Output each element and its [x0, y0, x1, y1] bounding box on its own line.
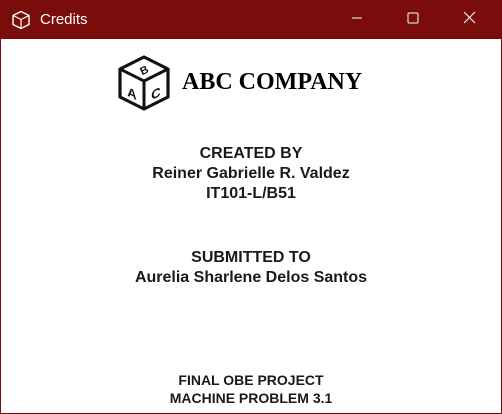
author-name: Reiner Gabrielle R. Valdez: [152, 165, 350, 182]
project-title: FINAL OBE PROJECT: [178, 372, 324, 388]
submitted-to-section: SUBMITTED TO Aurelia Sharlene Delos Sant…: [1, 248, 501, 288]
instructor-name: Aurelia Sharlene Delos Santos: [134, 269, 368, 286]
company-name: ABC COMPANY: [182, 69, 363, 95]
created-by-heading: CREATED BY: [199, 145, 303, 162]
maximize-button[interactable]: [390, 1, 436, 39]
minimize-icon: [351, 11, 363, 29]
minimize-button[interactable]: [334, 1, 380, 39]
machine-problem-label: MACHINE PROBLEM 3.1: [169, 390, 333, 406]
title-bar[interactable]: Credits: [1, 1, 501, 39]
window-title: Credits: [40, 11, 88, 28]
abc-cube-logo-icon: B A C: [115, 53, 173, 113]
author-section: IT101-L/B51: [206, 185, 296, 202]
close-button[interactable]: [446, 1, 492, 39]
created-by-section: CREATED BY Reiner Gabrielle R. Valdez IT…: [1, 144, 501, 204]
maximize-icon: [407, 11, 419, 29]
abc-blocks-icon: [11, 10, 31, 30]
close-icon: [463, 11, 476, 29]
project-section: FINAL OBE PROJECT MACHINE PROBLEM 3.1: [1, 371, 501, 407]
submitted-to-heading: SUBMITTED TO: [191, 249, 311, 266]
credits-content: B A C ABC COMPANY CREATED BY Reiner Gabr…: [1, 39, 501, 413]
credits-window: Credits B A C ABC COMPANY CREATED BY Rei…: [0, 0, 502, 414]
